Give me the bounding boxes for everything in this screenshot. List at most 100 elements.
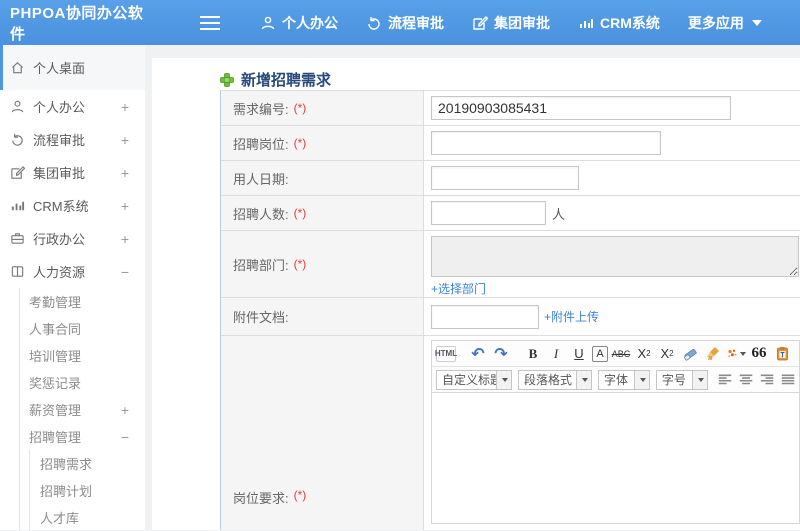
html-source-button[interactable]: HTML xyxy=(436,346,456,362)
nav-crm-system[interactable]: CRM系统 xyxy=(578,13,660,33)
position-input[interactable] xyxy=(431,131,661,155)
strikethrough-button[interactable]: ABC xyxy=(611,344,631,364)
book-icon xyxy=(10,264,25,279)
italic-button[interactable]: I xyxy=(546,344,566,364)
nav-workflow-approval[interactable]: 流程审批 xyxy=(366,13,444,33)
sidebar-item-crm[interactable]: CRM系统 + xyxy=(0,189,145,222)
field-label: 招聘岗位: (*) xyxy=(221,126,424,160)
recruit-demand-form: 需求编号: (*) 招聘岗位: (*) 用人日期: xyxy=(220,90,800,530)
field-label: 需求编号: (*) xyxy=(221,91,424,125)
editor-content-area[interactable] xyxy=(432,393,799,523)
underline-button[interactable]: U xyxy=(569,344,589,364)
field-cell: HTML ↶ ↷ B I U A ABC X2 X2 xyxy=(424,336,800,530)
nav-personal-office[interactable]: 个人办公 xyxy=(260,13,338,33)
redo-icon[interactable]: ↷ xyxy=(491,344,511,364)
plus-icon xyxy=(220,73,234,87)
sidebar-item-group-approval[interactable]: 集团审批 + xyxy=(0,156,145,189)
label-text: 招聘人数: xyxy=(233,204,289,223)
sidebar-item-attendance[interactable]: 考勤管理 xyxy=(20,288,145,315)
form-row-demand-no: 需求编号: (*) xyxy=(221,91,800,126)
expand-toggle[interactable]: + xyxy=(121,402,129,418)
field-cell xyxy=(424,91,800,125)
expand-toggle[interactable]: + xyxy=(121,132,129,148)
sidebar-item-talent-pool[interactable]: 人才库 xyxy=(30,504,145,531)
paste-template-icon[interactable] xyxy=(772,344,792,364)
headcount-input[interactable] xyxy=(431,201,546,225)
align-justify-icon[interactable] xyxy=(781,372,795,388)
bar-chart-icon xyxy=(10,198,25,213)
nav-more-apps[interactable]: 更多应用 xyxy=(688,13,762,33)
sidebar-item-label: CRM系统 xyxy=(33,196,89,215)
label-text: 招聘部门: xyxy=(233,255,289,274)
required-mark: (*) xyxy=(294,136,307,150)
sidebar-item-hr-contract[interactable]: 人事合同 xyxy=(20,315,145,342)
sidebar-item-label: 招聘计划 xyxy=(40,481,92,500)
format-brush-icon[interactable] xyxy=(726,344,746,364)
hamburger-menu-icon[interactable] xyxy=(200,16,220,30)
headcount-unit: 人 xyxy=(552,204,565,223)
collapse-toggle[interactable]: − xyxy=(121,429,129,445)
form-row-attachment: 附件文档: +附件上传 xyxy=(221,298,800,336)
eraser-icon[interactable] xyxy=(680,344,700,364)
hire-date-input[interactable] xyxy=(431,166,579,190)
sidebar-item-workflow[interactable]: 流程审批 + xyxy=(0,123,145,156)
sidebar-item-salary[interactable]: 薪资管理 + xyxy=(20,396,145,423)
field-cell: 人 xyxy=(424,196,800,230)
form-row-hire-date: 用人日期: xyxy=(221,161,800,196)
expand-toggle[interactable]: + xyxy=(121,165,129,181)
sidebar-item-recruit-plan[interactable]: 招聘计划 xyxy=(30,477,145,504)
blockquote-button[interactable]: 66 xyxy=(749,344,769,364)
font-size-select[interactable]: 字号 xyxy=(656,370,708,390)
attachment-upload-link[interactable]: +附件上传 xyxy=(544,308,599,325)
custom-title-select[interactable]: 自定义标题 xyxy=(436,370,512,390)
sidebar-item-rewards[interactable]: 奖惩记录 xyxy=(20,369,145,396)
superscript-button[interactable]: X2 xyxy=(634,344,654,364)
demand-no-input[interactable] xyxy=(431,96,731,120)
align-right-icon[interactable] xyxy=(760,372,774,388)
sidebar-item-training[interactable]: 培训管理 xyxy=(20,342,145,369)
attachment-input[interactable] xyxy=(431,305,539,329)
font-style-button[interactable]: A xyxy=(592,346,608,362)
label-text: 附件文档: xyxy=(233,307,289,326)
field-cell: +附件上传 xyxy=(424,298,800,335)
user-icon xyxy=(10,99,25,114)
collapse-toggle[interactable]: − xyxy=(121,264,129,280)
sidebar-item-recruit-mgmt[interactable]: 招聘管理 − xyxy=(20,423,145,450)
sidebar-item-label: 奖惩记录 xyxy=(29,373,81,392)
nav-group-approval[interactable]: 集团审批 xyxy=(472,13,550,33)
select-department-link[interactable]: +选择部门 xyxy=(431,280,486,297)
sidebar-item-label: 考勤管理 xyxy=(29,292,81,311)
undo-icon[interactable]: ↶ xyxy=(468,344,488,364)
briefcase-icon xyxy=(10,231,25,246)
content-panel: 新增招聘需求 需求编号: (*) 招聘岗位: (*) 用人日期: xyxy=(152,58,800,530)
sidebar-item-desktop[interactable]: 个人桌面 xyxy=(0,45,145,90)
edit-icon xyxy=(472,15,488,31)
clean-format-icon[interactable] xyxy=(703,344,723,364)
sidebar-item-personal-office[interactable]: 个人办公 + xyxy=(0,90,145,123)
expand-toggle[interactable]: + xyxy=(121,231,129,247)
caret-down-icon xyxy=(692,371,707,389)
expand-toggle[interactable]: + xyxy=(121,99,129,115)
sidebar-item-hr[interactable]: 人力资源 − xyxy=(0,255,145,288)
sidebar: 个人桌面 个人办公 + 流程审批 + 集团审批 + CRM系统 + 行政办公 +… xyxy=(0,45,145,530)
workflow-icon xyxy=(366,15,382,31)
form-row-position: 招聘岗位: (*) xyxy=(221,126,800,161)
editor-toolbar-row2: 自定义标题 段落格式 字体 字号 xyxy=(432,367,799,393)
font-family-select[interactable]: 字体 xyxy=(598,370,650,390)
field-cell: +选择部门 xyxy=(424,231,800,297)
sidebar-item-label: 流程审批 xyxy=(33,130,85,149)
department-textarea[interactable] xyxy=(431,236,799,277)
sidebar-item-label: 个人办公 xyxy=(33,97,85,116)
paragraph-format-select[interactable]: 段落格式 xyxy=(518,370,592,390)
bold-button[interactable]: B xyxy=(523,344,543,364)
align-left-icon[interactable] xyxy=(718,372,732,388)
sidebar-item-label: 人事合同 xyxy=(29,319,81,338)
expand-toggle[interactable]: + xyxy=(121,198,129,214)
field-label: 岗位要求: (*) xyxy=(221,336,424,530)
label-text: 招聘岗位: xyxy=(233,134,289,153)
sidebar-item-label: 招聘需求 xyxy=(40,454,92,473)
sidebar-item-admin-office[interactable]: 行政办公 + xyxy=(0,222,145,255)
subscript-button[interactable]: X2 xyxy=(657,344,677,364)
align-center-icon[interactable] xyxy=(739,372,753,388)
sidebar-item-recruit-demand[interactable]: 招聘需求 xyxy=(30,450,145,477)
